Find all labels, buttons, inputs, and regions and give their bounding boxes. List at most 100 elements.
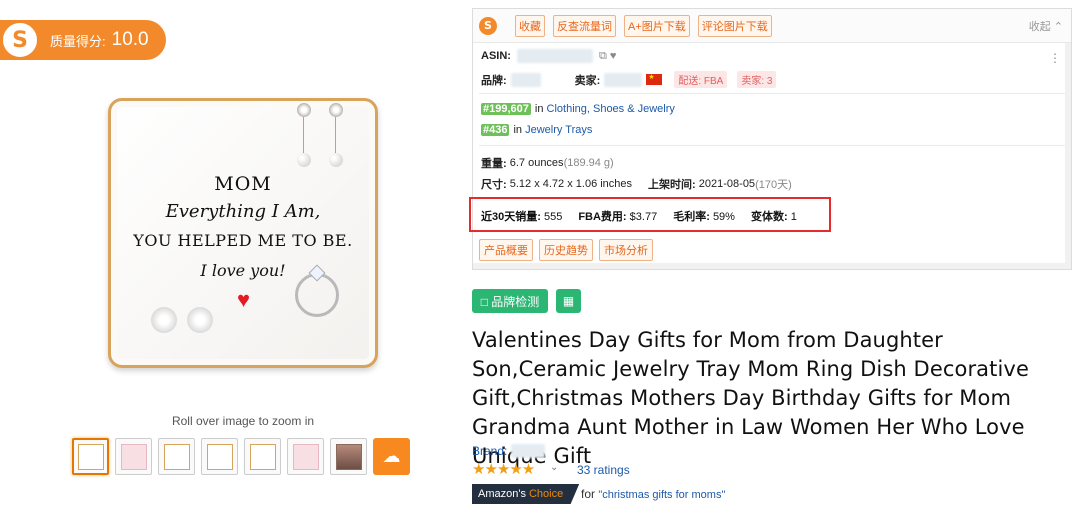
thumbnail[interactable] — [72, 438, 109, 475]
favorite-heart-icon[interactable]: ♥ — [610, 50, 617, 62]
thumbnail[interactable] — [330, 438, 367, 475]
launch-date-value: 2021-08-05 — [698, 178, 756, 190]
tray-text-line3: YOU HELPED ME TO BE. — [133, 231, 353, 250]
brand-check-button[interactable]: □ 品牌检测 — [472, 289, 548, 313]
brand-line: Brand: — [472, 444, 546, 458]
copy-icon[interactable]: ⧉ — [599, 50, 607, 63]
launch-date-label: 上架时间: — [648, 179, 696, 191]
panel-bottom-tabs: 产品概要 历史趋势 市场分析 — [479, 239, 653, 261]
zoom-hint: Roll over image to zoom in — [171, 414, 315, 428]
fba-fee-stat: FBA费用: $3.77 — [578, 208, 657, 224]
asin-row: ASIN: ⧉ ♥ — [481, 49, 616, 63]
divider — [479, 93, 1065, 94]
seller-value-redacted[interactable] — [604, 72, 643, 87]
rank-in-text: in — [513, 124, 523, 136]
earring-right-icon — [329, 103, 343, 167]
favorite-button[interactable]: 收藏 — [515, 14, 545, 37]
earring-left-icon — [297, 103, 311, 167]
score-value: 10.0 — [111, 29, 149, 50]
margin-stat: 毛利率: 59% — [673, 208, 735, 224]
weight-value: 6.7 ounces — [509, 157, 564, 169]
thumbnail[interactable] — [201, 438, 238, 475]
weight-label: 重量: — [481, 158, 507, 170]
rank-badge-sub: #436 — [481, 124, 510, 136]
more-options-icon[interactable]: ⋮ — [1049, 51, 1061, 65]
key-stats-row: 近30天销量: 555 FBA费用: $3.77 毛利率: 59% 变体数: 1 — [481, 208, 797, 224]
variants-stat: 变体数: 1 — [751, 208, 797, 224]
size-label: 尺寸: — [481, 179, 507, 191]
vertical-scrollbar[interactable] — [1065, 43, 1071, 269]
product-info-panel: S 收藏 反查流量词 A+图片下载 评论图片下载 收起 ⌃ ASIN: ⧉ ♥ … — [469, 8, 1072, 270]
launch-days: (170天) — [755, 179, 792, 191]
ratings-count-link[interactable]: 33 ratings — [577, 463, 630, 477]
brand-label: 品牌: — [481, 74, 507, 87]
thumbnail[interactable] — [158, 438, 195, 475]
product-main-image[interactable]: MOM Everything I Am, YOU HELPED ME TO BE… — [104, 92, 382, 374]
thumbnail[interactable] — [115, 438, 152, 475]
tab-market-analysis[interactable]: 市场分析 — [599, 239, 653, 261]
rank-category-sub-link[interactable]: Jewelry Trays — [525, 124, 592, 136]
asin-value-redacted — [516, 49, 593, 63]
download-images-button[interactable]: ☁ — [373, 438, 410, 475]
asin-label: ASIN: — [481, 50, 511, 62]
product-title: Valentines Day Gifts for Mom from Daught… — [472, 328, 1029, 468]
panel-header: S 收藏 反查流量词 A+图片下载 评论图片下载 收起 ⌃ — [473, 9, 1071, 43]
monthly-sales-stat: 近30天销量: 555 — [481, 208, 562, 224]
margin-value: 59% — [712, 211, 735, 223]
calculator-icon: ▦ — [562, 294, 575, 308]
rank-category-main-link[interactable]: Clothing, Shoes & Jewelry — [547, 103, 675, 115]
tray-text-line2: Everything I Am, — [165, 201, 321, 222]
plugin-logo-icon: S — [479, 16, 497, 35]
quality-score-badge: S 质量得分: 10.0 — [0, 20, 166, 60]
plugin-logo-icon: S — [0, 20, 40, 60]
reverse-keyword-button[interactable]: 反查流量词 — [553, 14, 616, 37]
brand-value-redacted — [510, 72, 541, 87]
cloud-download-icon: ☁ — [382, 446, 401, 466]
margin-label: 毛利率: — [673, 211, 710, 223]
choice-keyword-link[interactable]: "christmas gifts for moms" — [598, 489, 725, 501]
review-image-download-button[interactable]: 评论图片下载 — [697, 14, 772, 37]
aplus-image-download-button[interactable]: A+图片下载 — [624, 14, 690, 37]
heart-icon: ♥ — [237, 287, 251, 312]
tray-text-line1: MOM — [214, 173, 272, 195]
weight-grams: (189.94 g) — [563, 157, 614, 169]
rank-row-main: #199,607 in Clothing, Shoes & Jewelry — [481, 103, 675, 115]
amazons-choice-badge: Amazon's Choice — [472, 484, 580, 504]
score-label: 质量得分: — [50, 33, 106, 49]
rank-badge-main: #199,607 — [481, 103, 531, 115]
rank-in-text: in — [534, 103, 544, 115]
monthly-sales-value: 555 — [543, 211, 563, 223]
tray-text-line4: I love you! — [200, 261, 286, 280]
rank-row-sub: #436 in Jewelry Trays — [481, 124, 592, 136]
seller-label: 卖家: — [574, 74, 601, 87]
collapse-button[interactable]: 收起 ⌃ — [1029, 18, 1063, 34]
thumbnail[interactable] — [287, 438, 324, 475]
brand-link-label[interactable]: Brand: — [472, 444, 507, 458]
size-value: 5.12 x 4.72 x 1.06 inches — [509, 178, 633, 190]
choice-prefix: Amazon's — [478, 488, 526, 500]
variants-value: 1 — [790, 211, 797, 223]
china-flag-icon — [646, 73, 663, 85]
calculator-button[interactable]: ▦ — [556, 289, 581, 313]
thumbnail-strip: ☁ — [72, 438, 410, 475]
tab-product-overview[interactable]: 产品概要 — [479, 239, 533, 261]
divider — [479, 145, 1065, 146]
thumbnail[interactable] — [244, 438, 281, 475]
tab-history-trend[interactable]: 历史趋势 — [539, 239, 593, 261]
weight-row: 重量: 6.7 ounces (189.94 g) — [481, 155, 614, 171]
size-row: 尺寸: 5.12 x 4.72 x 1.06 inches 上架时间: 2021… — [481, 176, 792, 192]
seller-count-badge: 卖家: 3 — [737, 71, 777, 88]
variants-label: 变体数: — [750, 211, 788, 223]
fulfillment-badge: 配送: FBA — [674, 71, 728, 88]
monthly-sales-label: 近30天销量: — [481, 211, 541, 223]
choice-for-label: for — [581, 487, 596, 501]
fba-fee-value: $3.77 — [629, 211, 658, 223]
choice-for-text: for "christmas gifts for moms" — [581, 487, 725, 501]
chevron-down-icon[interactable]: ⌄ — [550, 462, 558, 473]
horizontal-scrollbar[interactable] — [473, 263, 1071, 269]
star-rating[interactable]: ★★★★★ — [472, 460, 535, 478]
stud-earring-left-icon — [151, 307, 177, 333]
fba-fee-label: FBA费用: — [578, 211, 627, 223]
brand-seller-row: 品牌: 卖家: 配送: FBA 卖家: 3 — [481, 71, 777, 88]
brand-name-redacted[interactable] — [511, 444, 546, 458]
